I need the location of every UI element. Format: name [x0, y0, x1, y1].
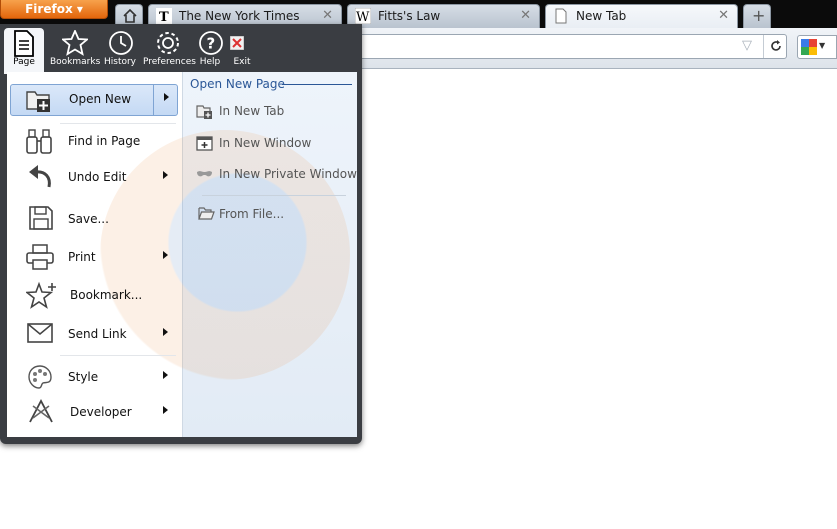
open-folder-icon [198, 207, 215, 220]
reload-icon [771, 40, 781, 51]
envelope-icon [27, 323, 53, 343]
menu-tab-label: History [103, 57, 137, 67]
menu-tab-page[interactable]: Page [4, 28, 44, 74]
close-icon[interactable]: ✕ [520, 8, 531, 23]
wikipedia-icon: W [355, 8, 371, 24]
menu-item-label: Style [68, 370, 99, 384]
new-tab-button[interactable]: + [743, 4, 771, 28]
menu-item-label: Developer [70, 405, 132, 419]
submenu-arrow-icon [163, 406, 168, 414]
close-icon[interactable]: ✕ [322, 8, 333, 23]
menu-tab-history[interactable]: History [96, 28, 144, 72]
submenu-arrow-icon[interactable] [164, 93, 169, 101]
google-icon [801, 39, 817, 55]
palette-icon [28, 365, 52, 389]
menu-tab-bookmarks[interactable]: Bookmarks [50, 28, 101, 72]
tab-label: Fitts's Law [378, 9, 441, 23]
close-icon[interactable]: ✕ [718, 8, 729, 23]
tab-fitts-law[interactable]: W Fitts's Law ✕ [347, 4, 540, 28]
menu-item-print[interactable]: Print [10, 243, 178, 273]
submenu-item-label: In New Tab [219, 104, 285, 118]
menu-tab-exit[interactable]: Exit [218, 28, 266, 72]
submenu-arrow-icon [163, 371, 168, 379]
menu-tab-preferences[interactable]: Preferences [143, 28, 196, 72]
submenu-arrow-icon [163, 251, 168, 259]
home-icon [123, 8, 137, 23]
menu-tab-label: Page [13, 57, 35, 67]
history-clock-icon [109, 31, 133, 55]
menu-item-label: Print [68, 250, 96, 264]
menu-item-developer[interactable]: Developer [10, 398, 178, 428]
tab-label: The New York Times [179, 9, 300, 23]
menu-item-label: Undo Edit [68, 170, 127, 184]
bookmarks-star-icon [62, 30, 88, 56]
submenu-item-label: In New Window [219, 136, 312, 150]
menu-item-label: Find in Page [68, 134, 141, 148]
menu-separator [60, 123, 176, 124]
folder-plus-icon [26, 91, 50, 112]
submenu-arrow-icon [163, 171, 168, 179]
menu-item-label: Open New [69, 92, 132, 106]
submenu-divider [153, 85, 154, 115]
url-input[interactable] [352, 34, 787, 59]
svg-text:T: T [159, 10, 169, 24]
menu-item-label: Bookmark... [70, 288, 143, 302]
private-window-icon [197, 171, 212, 177]
menu-item-label: Save... [68, 212, 109, 226]
dropdown-triangle-icon[interactable]: ▽ [742, 38, 752, 53]
menu-tab-label: Exit [233, 57, 251, 67]
tab-label: New Tab [576, 9, 627, 23]
save-icon [29, 206, 53, 230]
search-engine-selector[interactable]: ▼ [797, 35, 837, 59]
chevron-down-icon: ▼ [819, 41, 826, 50]
submenu-separator [202, 195, 346, 196]
page-icon [14, 30, 34, 57]
menu-item-send-link[interactable]: Send Link [10, 320, 178, 350]
menu-item-save[interactable]: Save... [10, 205, 178, 235]
page-icon [555, 8, 567, 24]
submenu-item-label: From File... [219, 207, 285, 221]
new-window-icon [196, 136, 213, 151]
menu-item-open-new[interactable]: Open New [10, 84, 178, 116]
new-tab-icon [196, 105, 212, 119]
submenu-item-label: In New Private Window [219, 167, 357, 181]
plus-icon: + [752, 6, 766, 25]
nyt-icon: T [156, 8, 172, 24]
firefox-menu-button[interactable]: Firefox ▾ [0, 0, 108, 19]
menu-item-style[interactable]: Style [10, 363, 178, 393]
menu-separator [60, 355, 176, 356]
undo-icon [29, 165, 51, 188]
exit-icon [230, 36, 244, 50]
printer-icon [26, 244, 54, 270]
menu-item-find-in-page[interactable]: Find in Page [10, 127, 178, 157]
star-plus-icon [26, 281, 56, 309]
gear-icon [157, 32, 179, 54]
reload-button[interactable] [763, 35, 788, 58]
submenu-arrow-icon [163, 328, 168, 336]
tools-icon [29, 399, 53, 423]
svg-text:W: W [356, 10, 370, 24]
menu-tab-label: Preferences [143, 57, 196, 67]
submenu-title-rule [282, 84, 352, 85]
binoculars-icon [26, 129, 52, 154]
submenu-title: Open New Page [190, 77, 285, 91]
menu-item-undo-edit[interactable]: Undo Edit [10, 163, 178, 193]
svg-text:?: ? [207, 35, 216, 53]
tab-new-tab[interactable]: New Tab ✕ [545, 4, 738, 28]
menu-item-label: Send Link [68, 327, 127, 341]
menu-item-bookmark[interactable]: Bookmark... [10, 281, 178, 311]
menu-tab-label: Bookmarks [50, 57, 101, 67]
